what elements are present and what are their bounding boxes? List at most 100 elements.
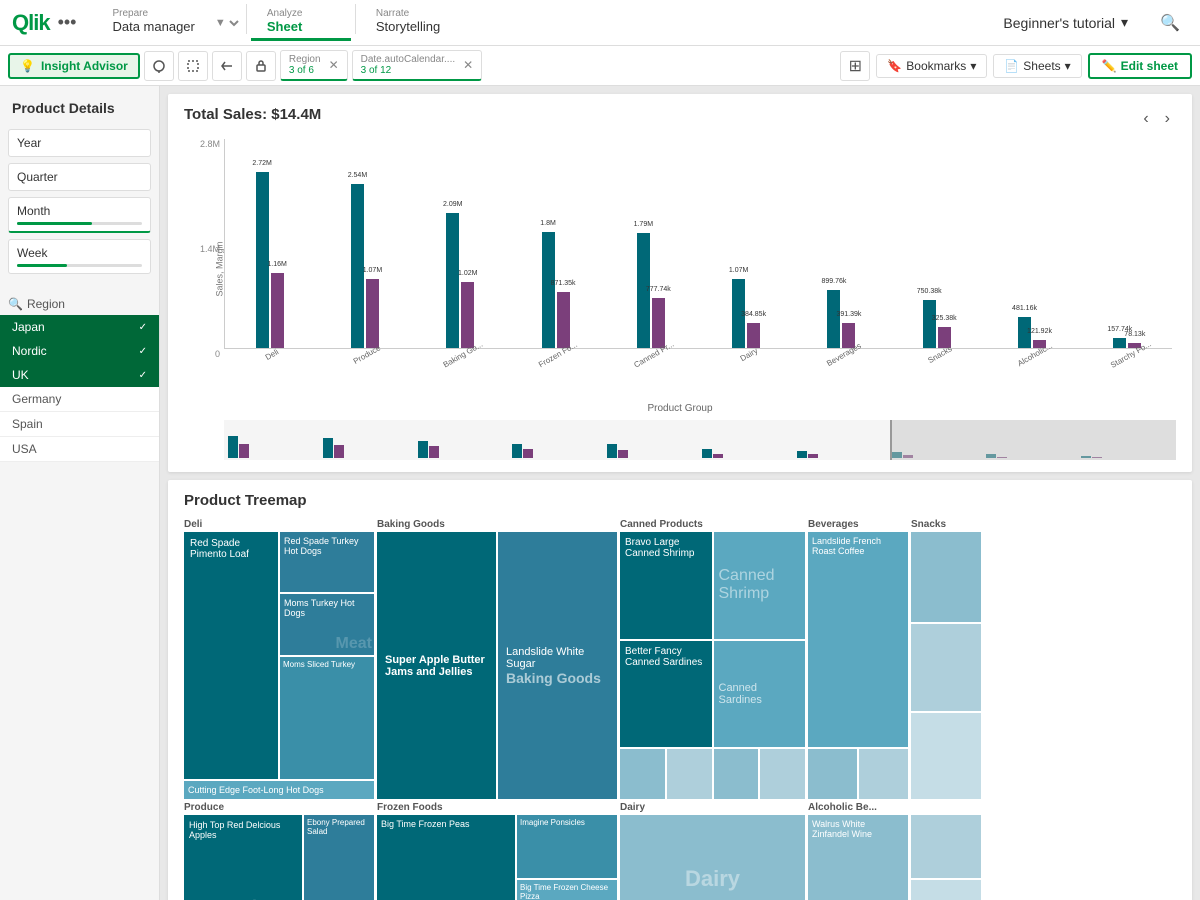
tab-prepare-pre: Prepare (112, 8, 194, 19)
tm-ebony-salad[interactable]: Ebony Prepared Salad Vegetables (304, 815, 374, 900)
bar-deli-purple (271, 273, 284, 348)
year-filter[interactable]: Year (8, 129, 151, 157)
sidebar: Product Details Year Quarter Month Week … (0, 86, 160, 900)
tm-red-spade-dogs[interactable]: Red Spade Turkey Hot Dogs (280, 532, 374, 592)
edit-icon: ✏️ (1102, 59, 1117, 73)
tm-section-small: - (911, 802, 981, 900)
tm-alc-label: Alcoholic Be... (808, 802, 908, 813)
tm-canned-sardines[interactable]: Canned Sardines (714, 641, 806, 748)
bar-baking-purple (461, 282, 474, 348)
region-Japan[interactable]: Japan ✓ (0, 315, 159, 339)
region-chip-close-icon[interactable]: ✕ (329, 58, 339, 72)
region-filter-chip[interactable]: Region 3 of 6 ✕ (280, 50, 348, 81)
marquee-select-icon[interactable] (178, 51, 208, 81)
chart-prev-button[interactable]: ‹ (1137, 108, 1154, 130)
tm-section-baking: Baking Goods Super Apple Butter Jams and… (377, 519, 617, 799)
lock-icon[interactable] (246, 51, 276, 81)
chart-next-button[interactable]: › (1159, 108, 1176, 130)
tab-narrate-label: Storytelling (376, 19, 444, 34)
mini-chart[interactable] (224, 420, 1176, 460)
edit-label: Edit sheet (1121, 59, 1178, 73)
edit-sheet-button[interactable]: ✏️ Edit sheet (1088, 53, 1192, 79)
x-axis-labels: Deli Produce Baking Go... Frozen Fo... C… (224, 349, 1172, 399)
quarter-filter[interactable]: Quarter (8, 163, 151, 191)
tm-canned-shrimp[interactable]: Canned Shrimp (714, 532, 806, 639)
insight-advisor-button[interactable]: 💡 Insight Advisor (8, 53, 140, 79)
main-layout: Product Details Year Quarter Month Week … (0, 86, 1200, 900)
prepare-dropdown[interactable]: ▼ (211, 16, 242, 30)
tm-better-sardines[interactable]: Better Fancy Canned Sardines (620, 641, 712, 748)
treemap-card: Product Treemap Deli Red Spade Pimento L… (168, 480, 1192, 900)
bookmarks-label: Bookmarks (906, 59, 966, 73)
tm-frozen-label: Frozen Foods (377, 802, 617, 813)
month-filter[interactable]: Month (8, 197, 151, 233)
tm-walrus[interactable]: Walrus White Zinfandel Wine (808, 815, 908, 900)
tab-prepare[interactable]: Prepare Data manager (96, 4, 210, 41)
lasso-icon[interactable] (144, 51, 174, 81)
date-chip-label: Date.autoCalendar.... (361, 54, 456, 65)
region-chip-label: Region (289, 54, 321, 65)
insight-advisor-label: Insight Advisor (41, 59, 128, 73)
sheets-icon: 📄 (1004, 59, 1019, 73)
tm-cutting-edge[interactable]: Cutting Edge Foot-Long Hot Dogs (184, 781, 374, 799)
tm-moms-sliced[interactable]: Moms Sliced Turkey (280, 657, 374, 780)
treemap-main: Deli Red Spade Pimento Loaf Red Spade Tu… (184, 519, 1176, 799)
tm-section-dairy: Dairy Dairy (620, 802, 805, 900)
tab-narrate[interactable]: Narrate Storytelling (360, 4, 460, 41)
y-tick-bot: 0 (184, 349, 220, 359)
top-nav: Qlik ••• Prepare Data manager ▼ Analyze … (0, 0, 1200, 46)
back-icon[interactable] (212, 51, 242, 81)
region-USA[interactable]: USA (0, 437, 159, 462)
date-filter-chip[interactable]: Date.autoCalendar.... 3 of 12 ✕ (352, 50, 483, 81)
bar-snacks-teal (923, 300, 936, 348)
tab-analyze[interactable]: Analyze Sheet (251, 4, 351, 41)
bookmark-icon: 🔖 (887, 59, 902, 73)
search-icon[interactable]: 🔍 (1152, 9, 1188, 37)
check-icon: ✓ (139, 370, 147, 381)
tm-section-alcoholic: Alcoholic Be... Walrus White Zinfandel W… (808, 802, 908, 900)
bar-bev-teal (827, 290, 840, 348)
region-Spain[interactable]: Spain (0, 412, 159, 437)
tab-analyze-label: Sheet (267, 19, 335, 34)
tm-big-time-pizza[interactable]: Big Time Frozen Cheese Pizza (517, 880, 617, 900)
tm-snacks-item[interactable] (911, 532, 981, 622)
region-UK[interactable]: UK ✓ (0, 363, 159, 387)
tm-imagine[interactable]: Imagine Ponsicles (517, 815, 617, 878)
sheets-button[interactable]: 📄 Sheets ▾ (993, 54, 1081, 78)
region-Nordic[interactable]: Nordic ✓ (0, 339, 159, 363)
bookmarks-button[interactable]: 🔖 Bookmarks ▾ (876, 54, 987, 78)
tm-section-produce: Produce High Top Red Delcious Apples Fru… (184, 802, 374, 900)
bar-group-deli: 2.72M 1.16M (225, 172, 314, 348)
grid-view-icon[interactable]: ⊞ (840, 51, 870, 81)
tm-landslide-white[interactable]: Landslide White Sugar Baking Goods (498, 532, 617, 799)
tm-bravo-shrimp[interactable]: Bravo Large Canned Shrimp (620, 532, 712, 639)
tm-snacks-item3[interactable] (911, 713, 981, 799)
bar-produce-purple (366, 279, 379, 348)
tm-dairy-main[interactable]: Dairy (620, 815, 805, 900)
tm-red-spade-loaf[interactable]: Red Spade Pimento Loaf (184, 532, 278, 779)
tab-narrate-pre: Narrate (376, 8, 444, 19)
sheets-label: Sheets (1023, 59, 1060, 73)
region-search[interactable]: 🔍 Region (0, 293, 159, 315)
tm-bev-label: Beverages (808, 519, 908, 530)
chart-title: Total Sales: $14.4M (184, 106, 321, 123)
tm-super-apple[interactable]: Super Apple Butter Jams and Jellies (377, 532, 496, 799)
tm-bev-coffee[interactable]: Landslide French Roast Coffee (808, 532, 908, 747)
bar-group-produce: 2.54M 1.07M (320, 184, 409, 348)
tm-snacks-item2[interactable] (911, 624, 981, 710)
sheets-chevron: ▾ (1065, 59, 1071, 73)
nav-menu-icon[interactable]: ••• (58, 12, 77, 33)
treemap-title: Product Treemap (184, 492, 1176, 509)
tm-small-1 (911, 815, 981, 878)
tm-big-time-peas[interactable]: Big Time Frozen Peas Vegetables (377, 815, 515, 900)
bar-starchy-teal (1113, 338, 1126, 348)
tm-moms-turkey[interactable]: Moms Turkey Hot Dogs Meat (280, 594, 374, 654)
date-chip-close-icon[interactable]: ✕ (463, 58, 473, 72)
date-chip-count: 3 of 12 (361, 65, 456, 76)
sidebar-title: Product Details (0, 94, 159, 126)
tm-high-top-apples[interactable]: High Top Red Delcious Apples Fruit (184, 815, 302, 900)
region-Germany[interactable]: Germany (0, 387, 159, 412)
region-chip-count: 3 of 6 (289, 65, 321, 76)
week-filter[interactable]: Week (8, 239, 151, 274)
tutorial-dropdown[interactable]: Beginner's tutorial ▾ (987, 10, 1144, 35)
